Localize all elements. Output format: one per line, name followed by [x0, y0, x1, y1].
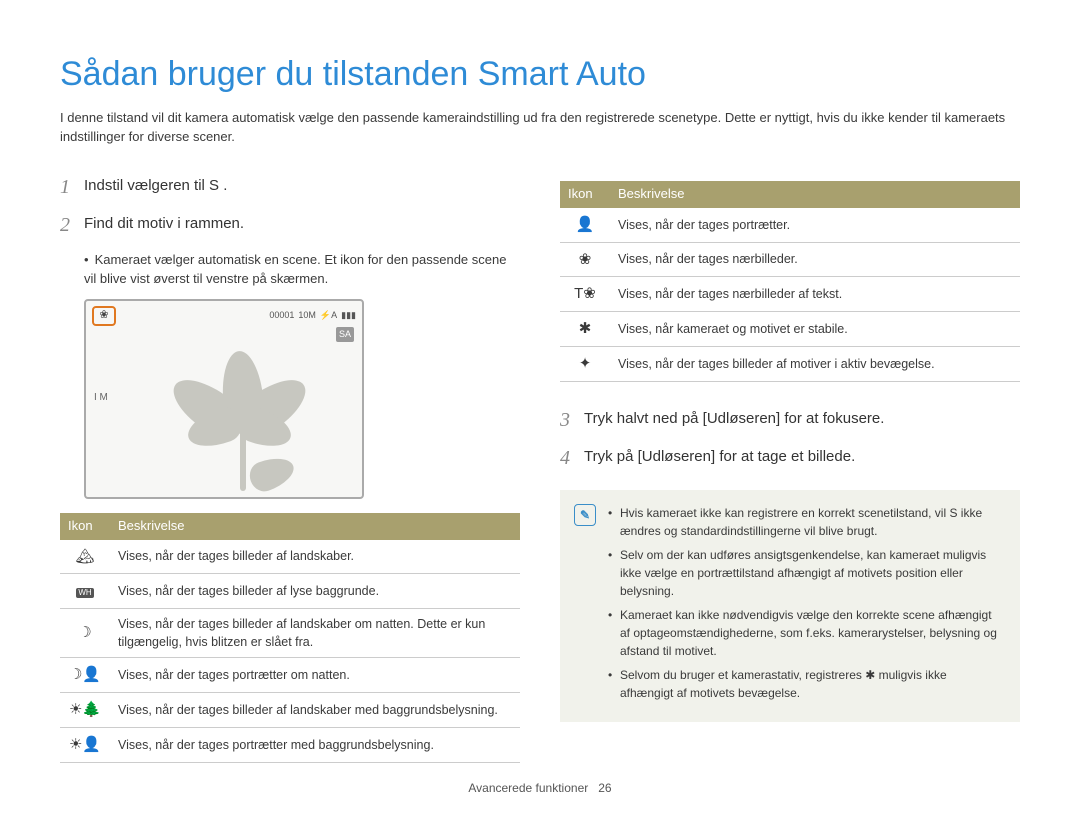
table-row: ☀🌲 Vises, når der tages billeder af land…: [60, 693, 520, 728]
note-item: Kameraet kan ikke nødvendigvis vælge den…: [608, 606, 1002, 660]
icon-desc: Vises, når kameraet og motivet er stabil…: [610, 312, 1020, 347]
portrait-icon: 👤: [560, 208, 610, 242]
step-1: 1 Indstil vælgeren til S .: [60, 175, 520, 199]
metering-indicator: I M: [94, 391, 108, 406]
footer-page-number: 26: [598, 781, 611, 795]
icon-desc: Vises, når der tages nærbilleder af teks…: [610, 277, 1020, 312]
table-row: 🏔 Vises, når der tages billeder af lands…: [60, 540, 520, 574]
step-number: 1: [60, 175, 84, 199]
note-icon: ✎: [574, 504, 596, 526]
step-number: 3: [560, 408, 584, 432]
step-2: 2 Find dit motiv i rammen.: [60, 213, 520, 237]
step-text: Find dit motiv i rammen.: [84, 213, 244, 234]
icon-desc: Vises, når der tages portrætter med bagg…: [110, 727, 520, 762]
shot-counter: 00001: [269, 309, 294, 322]
intro-paragraph: I denne tilstand vil dit kamera automati…: [60, 109, 1010, 147]
table-row: T❀ Vises, når der tages nærbilleder af t…: [560, 277, 1020, 312]
step-3: 3 Tryk halvt ned på [Udløseren] for at f…: [560, 408, 1020, 432]
step-4: 4 Tryk på [Udløseren] for at tage et bil…: [560, 446, 1020, 470]
table-row: ✦ Vises, når der tages billeder af motiv…: [560, 346, 1020, 381]
two-column-layout: 1 Indstil vælgeren til S . 2 Find dit mo…: [60, 175, 1020, 763]
tripod-icon: ✱: [560, 312, 610, 347]
col-header-icon: Ikon: [560, 181, 610, 208]
icon-desc: Vises, når der tages billeder af lyse ba…: [110, 574, 520, 609]
step-number: 4: [560, 446, 584, 470]
right-column: Ikon Beskrivelse 👤 Vises, når der tages …: [560, 175, 1020, 763]
page-footer: Avancerede funktioner 26: [0, 780, 1080, 797]
icon-desc: Vises, når der tages billeder af landska…: [110, 540, 520, 574]
step-number: 2: [60, 213, 84, 237]
steps-list-right: 3 Tryk halvt ned på [Udløseren] for at f…: [560, 408, 1020, 470]
table-row: ☽👤 Vises, når der tages portrætter om na…: [60, 658, 520, 693]
scene-icon-table-right: Ikon Beskrivelse 👤 Vises, når der tages …: [560, 181, 1020, 382]
left-column: 1 Indstil vælgeren til S . 2 Find dit mo…: [60, 175, 520, 763]
preview-topbar: ❀ 00001 10M ⚡A ▮▮▮: [92, 307, 356, 325]
backlight-landscape-icon: ☀🌲: [60, 693, 110, 728]
camera-screen-preview: ❀ 00001 10M ⚡A ▮▮▮ SA I M: [84, 299, 364, 499]
col-header-icon: Ikon: [60, 513, 110, 540]
table-row: ✱ Vises, når kameraet og motivet er stab…: [560, 312, 1020, 347]
icon-desc: Vises, når der tages billeder af landska…: [110, 609, 520, 658]
steps-list-left: 1 Indstil vælgeren til S . 2 Find dit mo…: [60, 175, 520, 237]
step-text: Tryk halvt ned på [Udløseren] for at fok…: [584, 408, 884, 429]
note-item: Hvis kameraet ikke kan registrere en kor…: [608, 504, 1002, 540]
step-text: Tryk på [Udløseren] for at tage et bille…: [584, 446, 855, 467]
manual-page: Sådan bruger du tilstanden Smart Auto I …: [0, 0, 1080, 815]
step-text: Indstil vælgeren til S .: [84, 175, 227, 196]
note-list: Hvis kameraet ikke kan registrere en kor…: [608, 504, 1002, 702]
macro-icon: ❀: [560, 242, 610, 277]
step-2-bullet: Kameraet vælger automatisk en scene. Et …: [84, 251, 520, 289]
resolution-indicator: 10M: [298, 309, 316, 322]
note-item: Selv om der kan udføres ansigtsgenkendel…: [608, 546, 1002, 600]
icon-desc: Vises, når der tages billeder af landska…: [110, 693, 520, 728]
col-header-desc: Beskrivelse: [110, 513, 520, 540]
footer-section: Avancerede funktioner: [468, 781, 588, 795]
night-portrait-icon: ☽👤: [60, 658, 110, 693]
smart-auto-badge: SA: [336, 327, 354, 342]
step-2-bullet-list: Kameraet vælger automatisk en scene. Et …: [60, 251, 520, 289]
icon-desc: Vises, når der tages nærbilleder.: [610, 242, 1020, 277]
white-bg-icon: WH: [60, 574, 110, 609]
table-row: 👤 Vises, når der tages portrætter.: [560, 208, 1020, 242]
icon-desc: Vises, når der tages portrætter om natte…: [110, 658, 520, 693]
icon-desc: Vises, når der tages billeder af motiver…: [610, 346, 1020, 381]
backlight-portrait-icon: ☀👤: [60, 727, 110, 762]
col-header-desc: Beskrivelse: [610, 181, 1020, 208]
action-icon: ✦: [560, 346, 610, 381]
preview-status-cluster: 00001 10M ⚡A ▮▮▮: [269, 309, 356, 322]
icon-desc: Vises, når der tages portrætter.: [610, 208, 1020, 242]
text-macro-icon: T❀: [560, 277, 610, 312]
table-row: ❀ Vises, når der tages nærbilleder.: [560, 242, 1020, 277]
macro-scene-icon: ❀: [92, 306, 116, 326]
scene-icon-table-left: Ikon Beskrivelse 🏔 Vises, når der tages …: [60, 513, 520, 763]
table-row: WH Vises, når der tages billeder af lyse…: [60, 574, 520, 609]
note-item: Selvom du bruger et kamerastativ, regist…: [608, 666, 1002, 702]
table-row: ☀👤 Vises, når der tages portrætter med b…: [60, 727, 520, 762]
page-title: Sådan bruger du tilstanden Smart Auto: [60, 50, 1020, 99]
flash-auto-icon: ⚡A: [320, 309, 337, 322]
note-box: ✎ Hvis kameraet ikke kan registrere en k…: [560, 490, 1020, 722]
night-landscape-icon: ☽: [60, 609, 110, 658]
landscape-icon: 🏔: [60, 540, 110, 574]
table-row: ☽ Vises, når der tages billeder af lands…: [60, 609, 520, 658]
flower-silhouette: [162, 341, 332, 491]
battery-icon: ▮▮▮: [341, 309, 356, 322]
